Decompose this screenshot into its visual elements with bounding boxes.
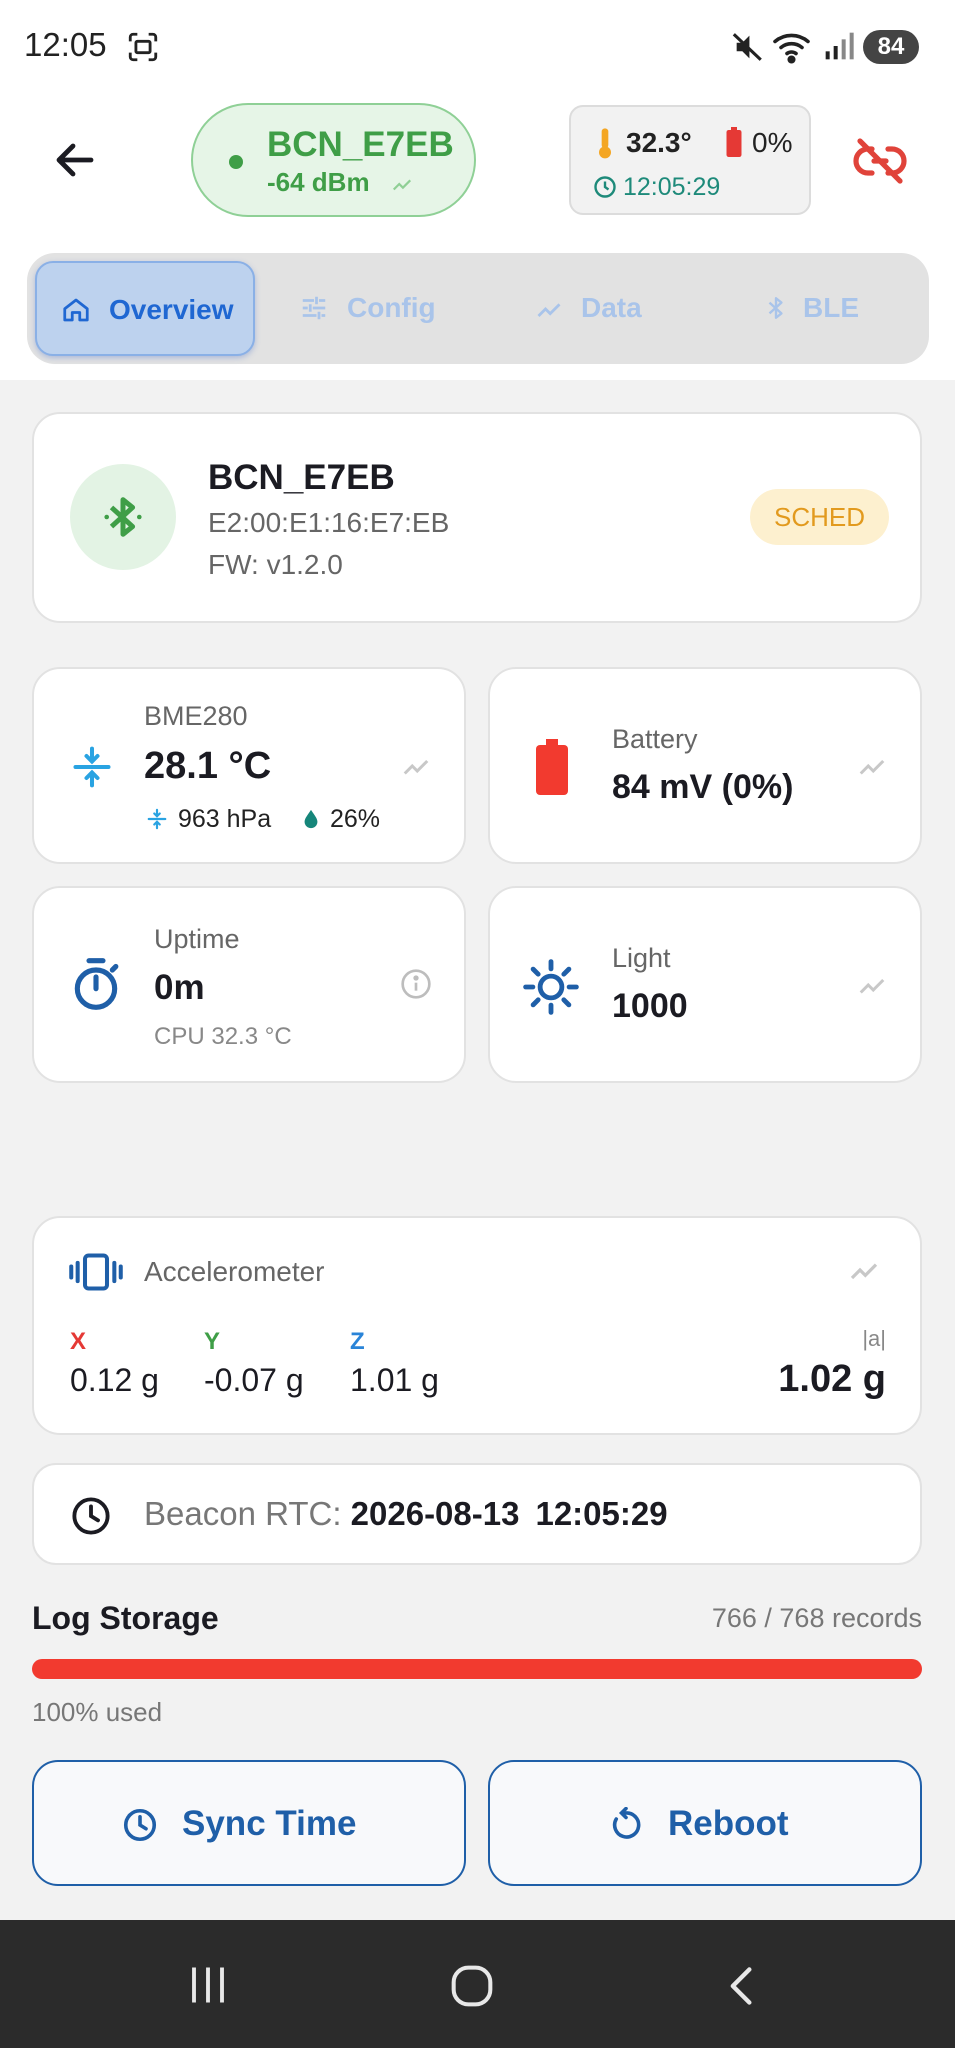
chip-temperature: 32.3° [626, 127, 692, 158]
sun-icon [522, 958, 580, 1016]
rtc-date: 2026-08-13 [350, 1495, 520, 1532]
bme280-temperature: 28.1 °C [144, 745, 272, 787]
bme280-label: BME280 [144, 701, 248, 731]
wifi-icon [772, 28, 814, 64]
light-value: 1000 [612, 987, 688, 1025]
tab-ble-label: BLE [803, 292, 859, 323]
log-storage-records: 766 / 768 records [711, 1603, 922, 1633]
rssi-trend-icon [389, 173, 415, 195]
bme280-humidity: 26% [330, 805, 381, 833]
accel-x-value: 0.12 g [70, 1362, 159, 1398]
tab-config[interactable]: Config [267, 261, 467, 356]
accel-magnitude-label: |a| [862, 1326, 886, 1351]
battery-low-icon [726, 127, 742, 157]
light-card[interactable]: Light 1000 [488, 886, 922, 1083]
accelerometer-trend-icon[interactable] [846, 1254, 882, 1286]
uptime-cpu: CPU 32.3 °C [154, 1023, 292, 1050]
tab-config-label: Config [347, 292, 436, 323]
status-chip: 32.3° 0% 12:05:29 [569, 105, 811, 215]
battery-trend-icon[interactable] [856, 751, 888, 781]
reboot-label: Reboot [668, 1804, 789, 1843]
device-name: BCN_E7EB [208, 458, 395, 497]
connection-dot [229, 155, 243, 169]
pressure-icon [70, 741, 114, 793]
uptime-value: 0m [154, 968, 205, 1007]
bme280-pressure: 963 hPa [178, 805, 272, 833]
battery-value: 84 mV (0%) [612, 768, 794, 806]
bluetooth-tab-icon [763, 291, 789, 325]
home-nav-icon[interactable] [450, 1964, 494, 2008]
tab-overview-label: Overview [109, 294, 234, 325]
sync-time-label: Sync Time [182, 1804, 357, 1843]
pill-rssi: -64 dBm [267, 167, 370, 197]
timer-icon [68, 954, 124, 1014]
rtc-clock-icon [70, 1495, 112, 1537]
battery-status-badge: 84 [863, 30, 919, 64]
status-time: 12:05 [24, 26, 107, 63]
tune-icon [299, 293, 329, 323]
rtc-card: Beacon RTC: 2026-08-13 12:05:29 [32, 1463, 922, 1565]
bme280-trend-icon[interactable] [400, 751, 432, 781]
mode-badge: SCHED [750, 489, 889, 545]
battery-label: Battery [612, 724, 698, 754]
battery-card[interactable]: Battery 84 mV (0%) [488, 667, 922, 864]
uptime-label: Uptime [154, 924, 240, 954]
accel-z-label: Z [350, 1328, 365, 1355]
pressure-small-icon [146, 806, 168, 832]
bluetooth-avatar [70, 464, 176, 570]
accelerometer-card[interactable]: Accelerometer X 0.12 g Y -0.07 g Z 1.01 … [32, 1216, 922, 1435]
clock-icon [593, 175, 617, 199]
tab-bar: Overview Config Data BLE [27, 253, 929, 364]
tab-data[interactable]: Data [497, 261, 697, 356]
signal-icon [822, 30, 856, 62]
tab-data-label: Data [581, 292, 642, 323]
bme280-card[interactable]: BME280 28.1 °C 963 hPa 26% [32, 667, 466, 864]
accel-y-label: Y [204, 1328, 221, 1355]
tab-overview[interactable]: Overview [35, 261, 255, 356]
accel-z-value: 1.01 g [350, 1362, 439, 1398]
accel-y-value: -0.07 g [204, 1362, 304, 1398]
system-nav-bar [0, 1920, 955, 2048]
recent-apps-icon[interactable] [186, 1964, 230, 2006]
log-storage-progress [32, 1659, 922, 1679]
log-storage-title: Log Storage [32, 1600, 219, 1636]
light-trend-icon[interactable] [856, 970, 888, 1000]
screenshot-icon [126, 30, 160, 64]
mute-icon [731, 30, 765, 64]
log-storage-used: 100% used [32, 1697, 163, 1727]
link-off-icon[interactable] [852, 136, 908, 186]
light-label: Light [612, 943, 671, 973]
sync-time-button[interactable]: Sync Time [32, 1760, 466, 1886]
thermometer-icon [595, 127, 615, 159]
battery-status-value: 84 [877, 33, 905, 60]
mode-badge-label: SCHED [773, 502, 865, 532]
uptime-card: Uptime 0m CPU 32.3 °C [32, 886, 466, 1083]
accelerometer-label: Accelerometer [144, 1256, 325, 1287]
rtc-time: 12:05:29 [535, 1495, 668, 1532]
chip-clock: 12:05:29 [623, 173, 721, 201]
home-icon [61, 295, 91, 325]
rtc-label: Beacon RTC: [144, 1495, 351, 1532]
accel-magnitude-value: 1.02 g [778, 1358, 886, 1400]
bluetooth-icon [100, 490, 146, 544]
accel-x-label: X [70, 1328, 87, 1355]
device-firmware: FW: v1.2.0 [208, 549, 343, 580]
pill-device-name: BCN_E7EB [267, 125, 454, 164]
chip-battery: 0% [752, 127, 793, 158]
device-info-card: BCN_E7EB E2:00:E1:16:E7:EB FW: v1.2.0 SC… [32, 412, 922, 623]
trend-icon [533, 295, 565, 323]
back-arrow-icon[interactable] [48, 136, 102, 184]
rtc-text: Beacon RTC: 2026-08-13 12:05:29 [144, 1495, 668, 1533]
device-pill[interactable]: BCN_E7EB -64 dBm [191, 103, 476, 217]
device-mac: E2:00:E1:16:E7:EB [208, 507, 450, 538]
sync-clock-icon [122, 1807, 158, 1843]
vibration-icon [68, 1250, 124, 1294]
humidity-drop-icon [300, 805, 322, 833]
battery-icon [536, 739, 568, 795]
back-nav-icon[interactable] [720, 1962, 764, 2010]
restart-icon [608, 1807, 644, 1843]
info-icon[interactable] [400, 968, 432, 1000]
tab-ble[interactable]: BLE [717, 261, 917, 356]
reboot-button[interactable]: Reboot [488, 1760, 922, 1886]
